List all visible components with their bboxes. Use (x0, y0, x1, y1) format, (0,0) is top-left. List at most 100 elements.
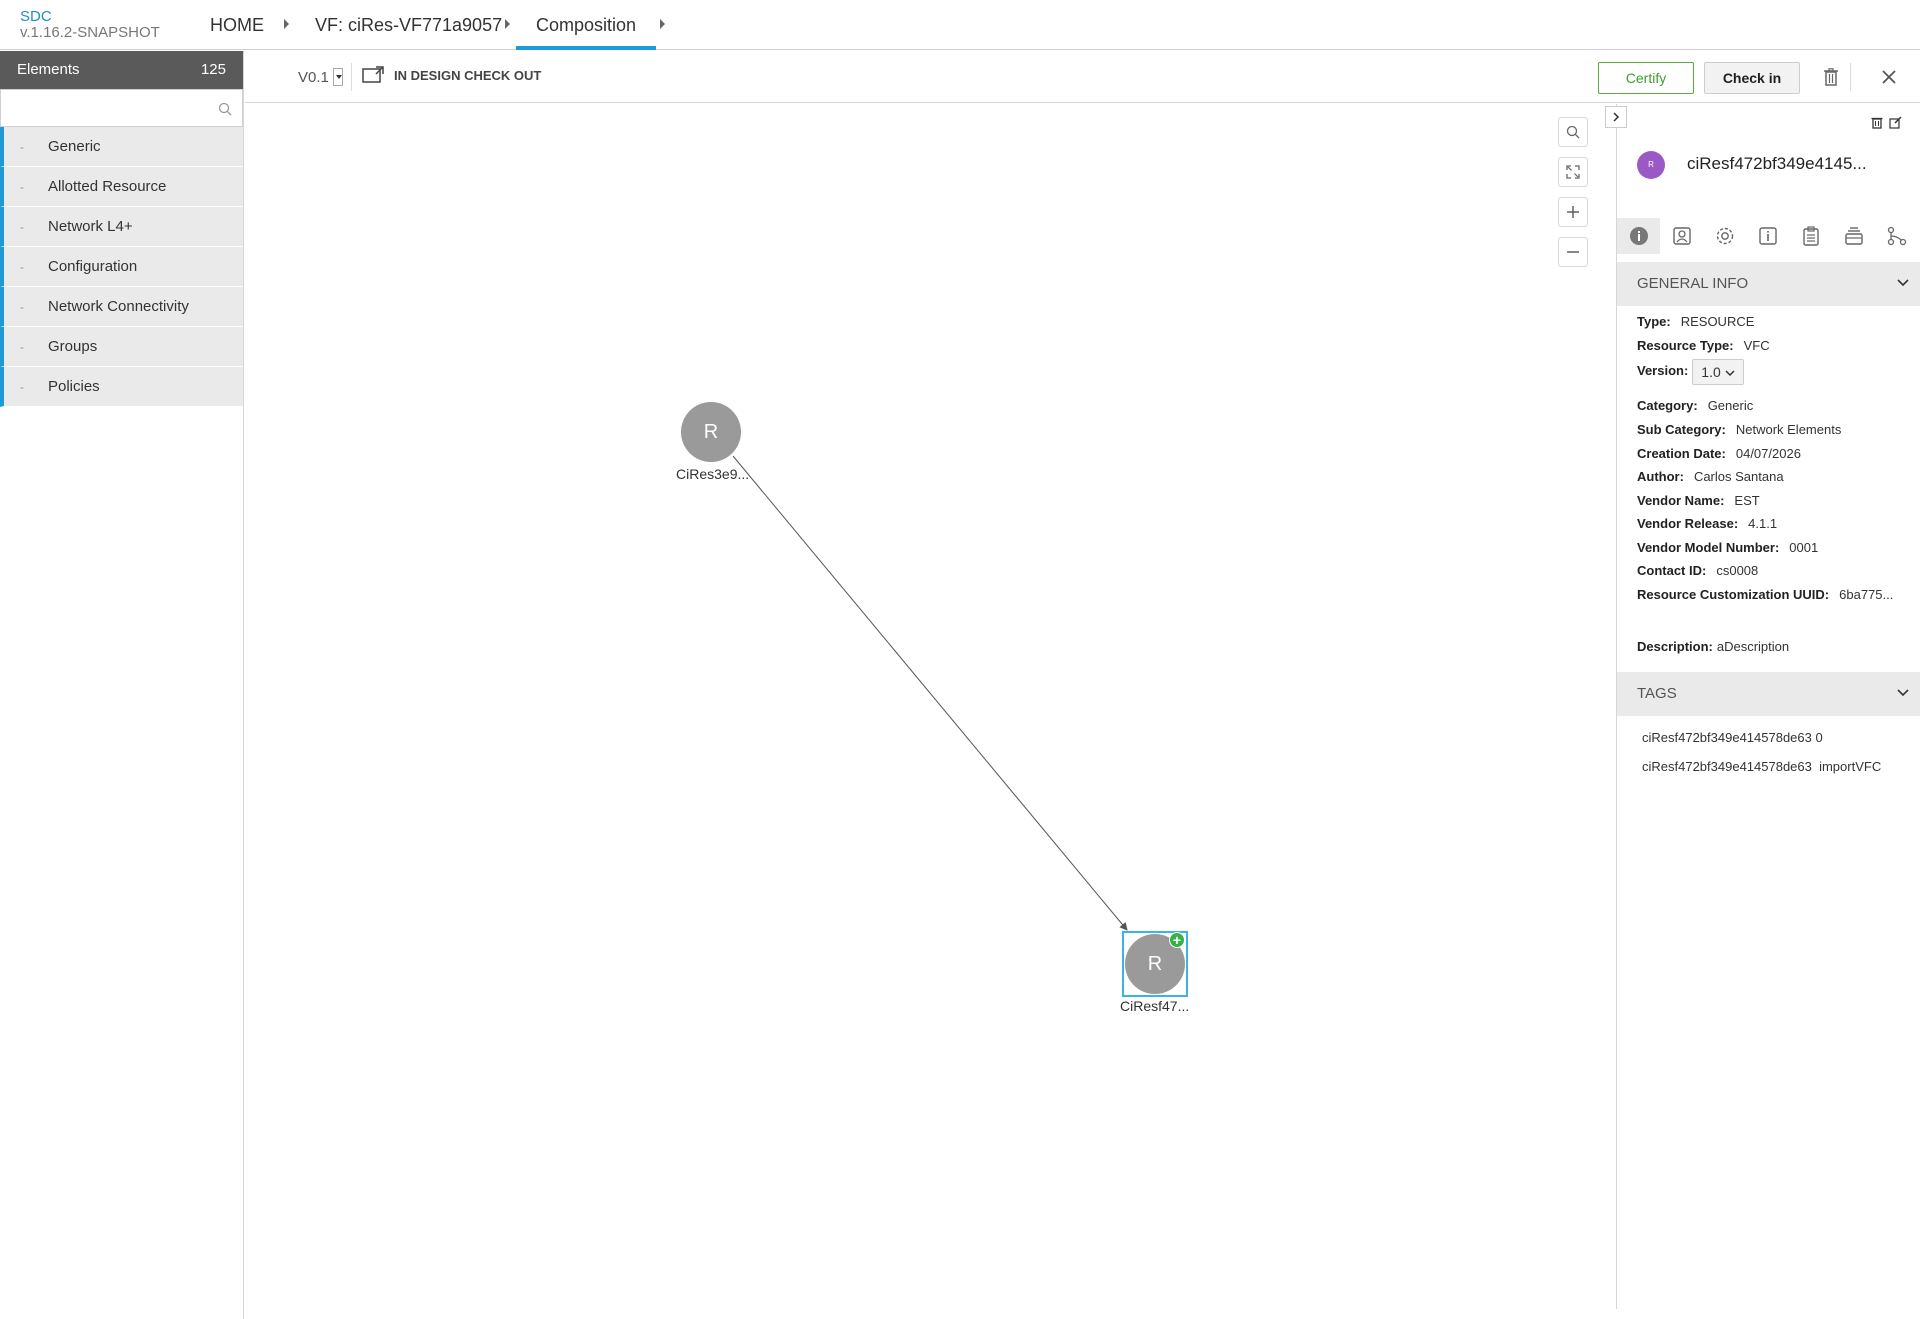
add-icon[interactable]: + (1169, 932, 1185, 948)
category-groups[interactable]: - Groups (0, 327, 243, 367)
minus-icon (1567, 251, 1579, 253)
tab-deployment-artifacts[interactable] (1660, 218, 1703, 254)
node-label: CiRes3e9... (676, 466, 750, 482)
zoom-out-button[interactable] (1558, 237, 1588, 267)
info-value: aDescription (1716, 639, 1790, 654)
info-vendor-model: Vendor Model Number: 0001 (1637, 540, 1818, 555)
elements-palette: Elements 125 - Generic - Allotted Resource… (0, 51, 244, 1319)
check-in-button[interactable]: Check in (1704, 62, 1800, 94)
info-category: Category: Generic (1637, 398, 1753, 413)
breadcrumb-vf[interactable]: VF: ciRes-VF771a9057 (315, 0, 502, 50)
top-navigation-bar: SDC v.1.16.2-SNAPSHOT HOME VF: ciRes-VF7… (0, 0, 1920, 50)
info-label: Vendor Model Number: (1637, 540, 1780, 555)
breadcrumb-arrow-icon[interactable] (284, 19, 289, 29)
info-type: Type: RESOURCE (1637, 314, 1754, 329)
palette-search (0, 89, 243, 127)
info-version: Version: 1.0 (1637, 359, 1744, 385)
composition-canvas[interactable]: R CiRes3e9... R + CiResf47... (245, 104, 1616, 1309)
search-icon (1566, 125, 1580, 139)
tags-header[interactable]: TAGS (1617, 672, 1920, 716)
artifacts-icon (1672, 227, 1691, 245)
tab-requirements[interactable] (1789, 218, 1832, 254)
version-dropdown[interactable]: 1.0 (1692, 359, 1744, 385)
tab-information[interactable] (1746, 218, 1789, 254)
stack-icon (1844, 227, 1863, 245)
info-label: Contact ID: (1637, 563, 1707, 578)
plus-icon (1567, 206, 1579, 218)
checkout-icon (362, 66, 384, 83)
divider (1850, 63, 1851, 91)
category-label: Configuration (48, 258, 138, 275)
category-label: Policies (48, 378, 100, 395)
info-author: Author: Carlos Santana (1637, 469, 1784, 484)
info-contact-id: Contact ID: cs0008 (1637, 563, 1758, 578)
chevron-down-icon (1725, 370, 1735, 377)
info-label: Resource Type: (1637, 338, 1734, 353)
expand-icon (1566, 165, 1580, 179)
tag-item: ciResf472bf349e414578de63 importVFC (1642, 759, 1882, 774)
canvas-toolbar: V0.1 IN DESIGN CHECK OUT Certify Check i… (245, 51, 1920, 103)
relation-line[interactable] (245, 104, 1616, 1309)
brand[interactable]: SDC v.1.16.2-SNAPSHOT (20, 9, 160, 41)
info-vendor-release: Vendor Release: 4.1.1 (1637, 516, 1777, 531)
lifecycle-state: IN DESIGN CHECK OUT (362, 66, 541, 84)
trash-icon[interactable] (1823, 68, 1839, 91)
info-resource-type: Resource Type: VFC (1637, 338, 1770, 353)
category-label: Generic (48, 138, 101, 155)
search-icon[interactable] (218, 102, 232, 121)
tag-item: ciResf472bf349e414578de63 0 (1642, 730, 1823, 745)
palette-count: 125 (200, 61, 226, 78)
fit-to-screen-button[interactable] (1558, 157, 1588, 187)
category-configuration[interactable]: - Configuration (0, 247, 243, 287)
app-version: v.1.16.2-SNAPSHOT (20, 24, 160, 41)
category-label: Network Connectivity (48, 298, 189, 315)
node-label: CiResf47... (1120, 998, 1190, 1014)
trash-icon[interactable] (1871, 116, 1883, 129)
zoom-in-button[interactable] (1558, 197, 1588, 227)
component-name: ciResf472bf349e4145... (1687, 154, 1867, 173)
breadcrumb-arrow-icon[interactable] (505, 19, 510, 29)
info-description: Description: aDescription (1637, 639, 1789, 654)
info-value: 6ba775... (1839, 587, 1894, 602)
info-customization-uuid: Resource Customization UUID: 6ba775... (1637, 587, 1893, 602)
search-canvas-button[interactable] (1558, 117, 1588, 147)
category-allotted-resource[interactable]: - Allotted Resource (0, 167, 243, 207)
info-value: 0001 (1789, 540, 1819, 555)
info-value: cs0008 (1716, 563, 1759, 578)
category-network-l4[interactable]: - Network L4+ (0, 207, 243, 247)
category-label: Groups (48, 338, 98, 355)
collapse-icon: - (20, 180, 24, 194)
collapse-panel-button[interactable] (1605, 106, 1627, 128)
graph-icon (1887, 226, 1906, 246)
tab-general-info[interactable] (1617, 218, 1660, 254)
collapse-icon: - (20, 260, 24, 274)
breadcrumb-composition[interactable]: Composition (515, 0, 657, 50)
info-sub-category: Sub Category: Network Elements (1637, 422, 1841, 437)
category-policies[interactable]: - Policies (0, 367, 243, 407)
app-name: SDC (20, 8, 52, 25)
tab-relations[interactable] (1875, 218, 1918, 254)
edit-icon[interactable] (1889, 116, 1902, 129)
chevron-down-icon[interactable] (1897, 689, 1909, 697)
tab-properties[interactable] (1703, 218, 1746, 254)
breadcrumb-arrow-icon[interactable] (660, 19, 665, 29)
version-value: V0.1 (298, 68, 329, 86)
category-network-connectivity[interactable]: - Network Connectivity (0, 287, 243, 327)
chevron-down-icon[interactable] (332, 68, 343, 86)
version-select[interactable]: V0.1 (298, 68, 343, 86)
category-generic[interactable]: - Generic (0, 127, 243, 167)
details-panel: R ciResf472bf349e4145... GENERAL INFO Ty… (1605, 104, 1920, 1309)
search-input[interactable] (1, 90, 242, 126)
info-label: Creation Date: (1637, 446, 1726, 461)
component-node[interactable]: R (681, 402, 741, 462)
chevron-right-icon (1613, 112, 1620, 122)
close-icon[interactable] (1882, 70, 1896, 89)
chevron-down-icon[interactable] (1897, 279, 1909, 287)
breadcrumb-home[interactable]: HOME (210, 0, 264, 50)
collapse-icon: - (20, 340, 24, 354)
general-info-header[interactable]: GENERAL INFO (1617, 262, 1920, 306)
certify-button[interactable]: Certify (1598, 62, 1694, 94)
info-label: Author: (1637, 469, 1684, 484)
tab-api[interactable] (1832, 218, 1875, 254)
info-label: Sub Category: (1637, 422, 1726, 437)
